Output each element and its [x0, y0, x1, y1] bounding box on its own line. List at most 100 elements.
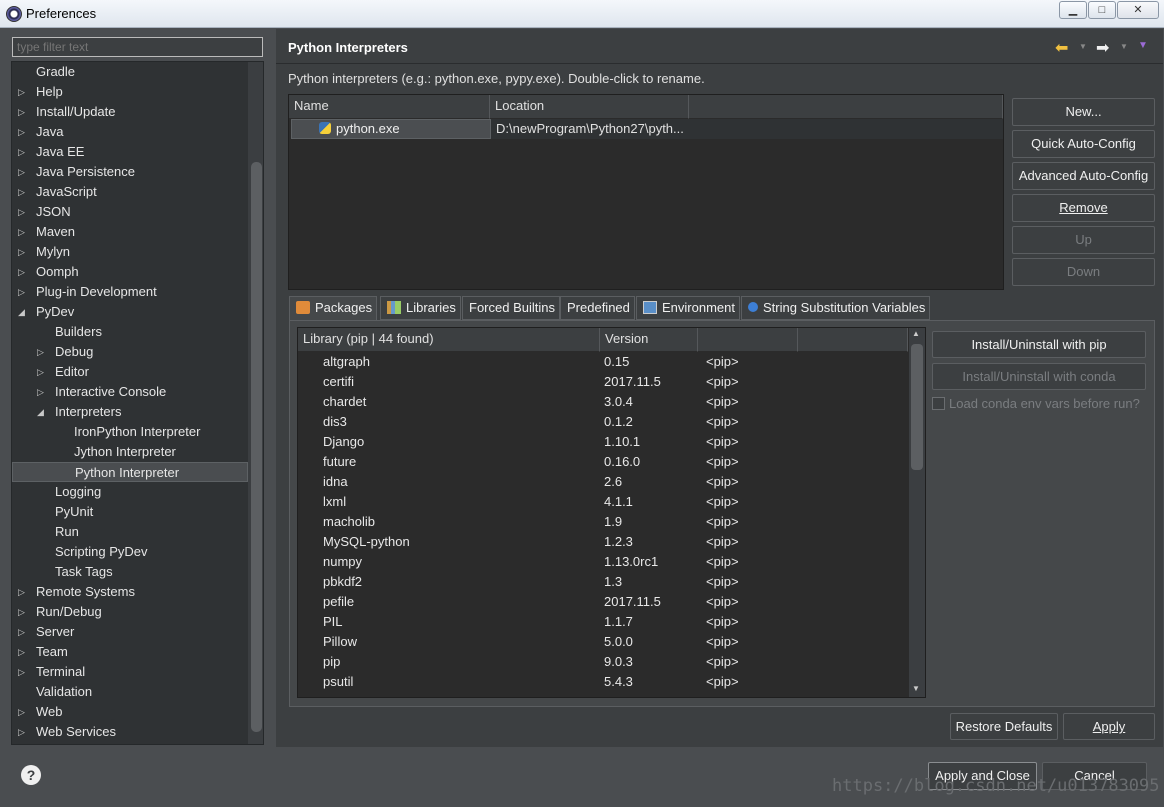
tree-item[interactable]: Jython Interpreter [12, 442, 248, 462]
tree-item[interactable]: ▷ Maven [12, 222, 248, 242]
column-header-library[interactable]: Library (pip | 44 found) [298, 328, 600, 352]
expand-arrow-icon[interactable]: ▷ [18, 222, 25, 242]
column-header-name[interactable]: Name [289, 95, 490, 119]
package-row[interactable]: Pillow 5.0.0 <pip> [298, 632, 908, 652]
expand-arrow-icon[interactable]: ▷ [18, 722, 25, 742]
install-pip-button[interactable]: Install/Uninstall with pip [932, 331, 1146, 358]
restore-defaults-button[interactable]: Restore Defaults [950, 713, 1058, 740]
tree-item[interactable]: ▷ Web [12, 702, 248, 722]
collapse-arrow-icon[interactable]: ◢ [37, 402, 44, 422]
package-row[interactable]: future 0.16.0 <pip> [298, 452, 908, 472]
remove-button[interactable]: Remove [1012, 194, 1155, 222]
package-row[interactable]: psutil 5.4.3 <pip> [298, 672, 908, 692]
expand-arrow-icon[interactable]: ▷ [18, 262, 25, 282]
package-row[interactable]: dis3 0.1.2 <pip> [298, 412, 908, 432]
tree-item[interactable]: ▷ Java [12, 122, 248, 142]
scroll-up-icon[interactable]: ▲ [912, 329, 920, 338]
tree-item[interactable]: ▷ Debug [12, 342, 248, 362]
tree-item[interactable]: Gradle [12, 62, 248, 82]
tree-item[interactable]: ▷ Team [12, 642, 248, 662]
tab-packages[interactable]: Packages [289, 296, 378, 321]
expand-arrow-icon[interactable]: ▷ [18, 622, 25, 642]
new-button[interactable]: New... [1012, 98, 1155, 126]
expand-arrow-icon[interactable]: ▷ [18, 282, 25, 302]
expand-arrow-icon[interactable]: ▷ [18, 602, 25, 622]
up-button[interactable]: Up [1012, 226, 1155, 254]
tree-item[interactable]: ▷ Java EE [12, 142, 248, 162]
tree-item[interactable]: ▷ JavaScript [12, 182, 248, 202]
expand-arrow-icon[interactable]: ▷ [18, 702, 25, 722]
tree-item[interactable]: ▷ Terminal [12, 662, 248, 682]
tree-item[interactable]: Builders [12, 322, 248, 342]
scroll-down-icon[interactable]: ▼ [912, 684, 920, 693]
down-button[interactable]: Down [1012, 258, 1155, 286]
package-row[interactable]: PIL 1.1.7 <pip> [298, 612, 908, 632]
tree-item[interactable]: ▷ Java Persistence [12, 162, 248, 182]
tree-item[interactable]: Scripting PyDev [12, 542, 248, 562]
package-row[interactable]: pefile 2017.11.5 <pip> [298, 592, 908, 612]
apply-button[interactable]: Apply [1063, 713, 1155, 740]
close-button[interactable]: ✕ [1117, 1, 1159, 19]
tree-item[interactable]: Logging [12, 482, 248, 502]
expand-arrow-icon[interactable]: ▷ [37, 382, 44, 402]
tree-item[interactable]: ▷ Interactive Console [12, 382, 248, 402]
tab-forced-builtins[interactable]: Forced Builtins [462, 296, 560, 320]
expand-arrow-icon[interactable]: ▷ [18, 162, 25, 182]
package-row[interactable]: idna 2.6 <pip> [298, 472, 908, 492]
expand-arrow-icon[interactable]: ▷ [18, 662, 25, 682]
package-row[interactable]: lxml 4.1.1 <pip> [298, 492, 908, 512]
packages-scroll-thumb[interactable] [911, 344, 923, 470]
expand-arrow-icon[interactable]: ▷ [37, 342, 44, 362]
back-arrow-icon[interactable]: ⬅ [1055, 38, 1068, 58]
tree-item[interactable]: ▷ Plug-in Development [12, 282, 248, 302]
expand-arrow-icon[interactable]: ▷ [18, 82, 25, 102]
minimize-button[interactable]: ▁ [1059, 1, 1087, 19]
tree-scrollbar[interactable] [248, 62, 263, 744]
view-menu-icon[interactable]: ▼ [1138, 40, 1148, 51]
package-row[interactable]: chardet 3.0.4 <pip> [298, 392, 908, 412]
tree-item[interactable]: ▷ Help [12, 82, 248, 102]
back-dropdown-icon[interactable]: ▼ [1079, 42, 1087, 51]
expand-arrow-icon[interactable]: ▷ [18, 642, 25, 662]
tree-item[interactable]: ▷ Run/Debug [12, 602, 248, 622]
expand-arrow-icon[interactable]: ▷ [18, 142, 25, 162]
advanced-auto-config-button[interactable]: Advanced Auto-Config [1012, 162, 1155, 190]
collapse-arrow-icon[interactable]: ◢ [18, 302, 25, 322]
tree-item[interactable]: ▷ JSON [12, 202, 248, 222]
tree-item[interactable]: ▷ Web Services [12, 722, 248, 742]
expand-arrow-icon[interactable]: ▷ [18, 122, 25, 142]
expand-arrow-icon[interactable]: ▷ [18, 582, 25, 602]
filter-input[interactable] [12, 37, 263, 57]
conda-env-checkbox[interactable] [932, 397, 945, 410]
install-conda-button[interactable]: Install/Uninstall with conda [932, 363, 1146, 390]
tree-item[interactable]: ▷ Server [12, 622, 248, 642]
package-row[interactable]: pip 9.0.3 <pip> [298, 652, 908, 672]
tab-string-substitution[interactable]: String Substitution Variables [741, 296, 931, 320]
tree-item[interactable]: Python Interpreter [12, 462, 248, 482]
expand-arrow-icon[interactable]: ▷ [18, 182, 25, 202]
expand-arrow-icon[interactable]: ▷ [18, 242, 25, 262]
tab-predefined[interactable]: Predefined [560, 296, 635, 320]
tree-item[interactable]: ◢ PyDev [12, 302, 248, 322]
tree-item[interactable]: Validation [12, 682, 248, 702]
package-row[interactable]: pbkdf2 1.3 <pip> [298, 572, 908, 592]
maximize-button[interactable]: □ [1088, 1, 1116, 19]
tree-item[interactable]: Run [12, 522, 248, 542]
tree-item[interactable]: ▷ Oomph [12, 262, 248, 282]
tree-item[interactable]: ◢ Interpreters [12, 402, 248, 422]
help-icon[interactable]: ? [21, 765, 41, 785]
package-row[interactable]: Django 1.10.1 <pip> [298, 432, 908, 452]
tree-item[interactable]: ▷ Mylyn [12, 242, 248, 262]
quick-auto-config-button[interactable]: Quick Auto-Config [1012, 130, 1155, 158]
tree-scroll-thumb[interactable] [251, 162, 262, 732]
column-header-version[interactable]: Version [600, 328, 698, 352]
package-row[interactable]: altgraph 0.15 <pip> [298, 352, 908, 372]
tree-item[interactable]: PyUnit [12, 502, 248, 522]
package-row[interactable]: MySQL-python 1.2.3 <pip> [298, 532, 908, 552]
tab-libraries[interactable]: Libraries [380, 296, 461, 320]
packages-scrollbar[interactable]: ▲ ▼ [909, 328, 925, 697]
tree-item[interactable]: ▷ Install/Update [12, 102, 248, 122]
package-row[interactable]: numpy 1.13.0rc1 <pip> [298, 552, 908, 572]
expand-arrow-icon[interactable]: ▷ [18, 102, 25, 122]
expand-arrow-icon[interactable]: ▷ [37, 362, 44, 382]
